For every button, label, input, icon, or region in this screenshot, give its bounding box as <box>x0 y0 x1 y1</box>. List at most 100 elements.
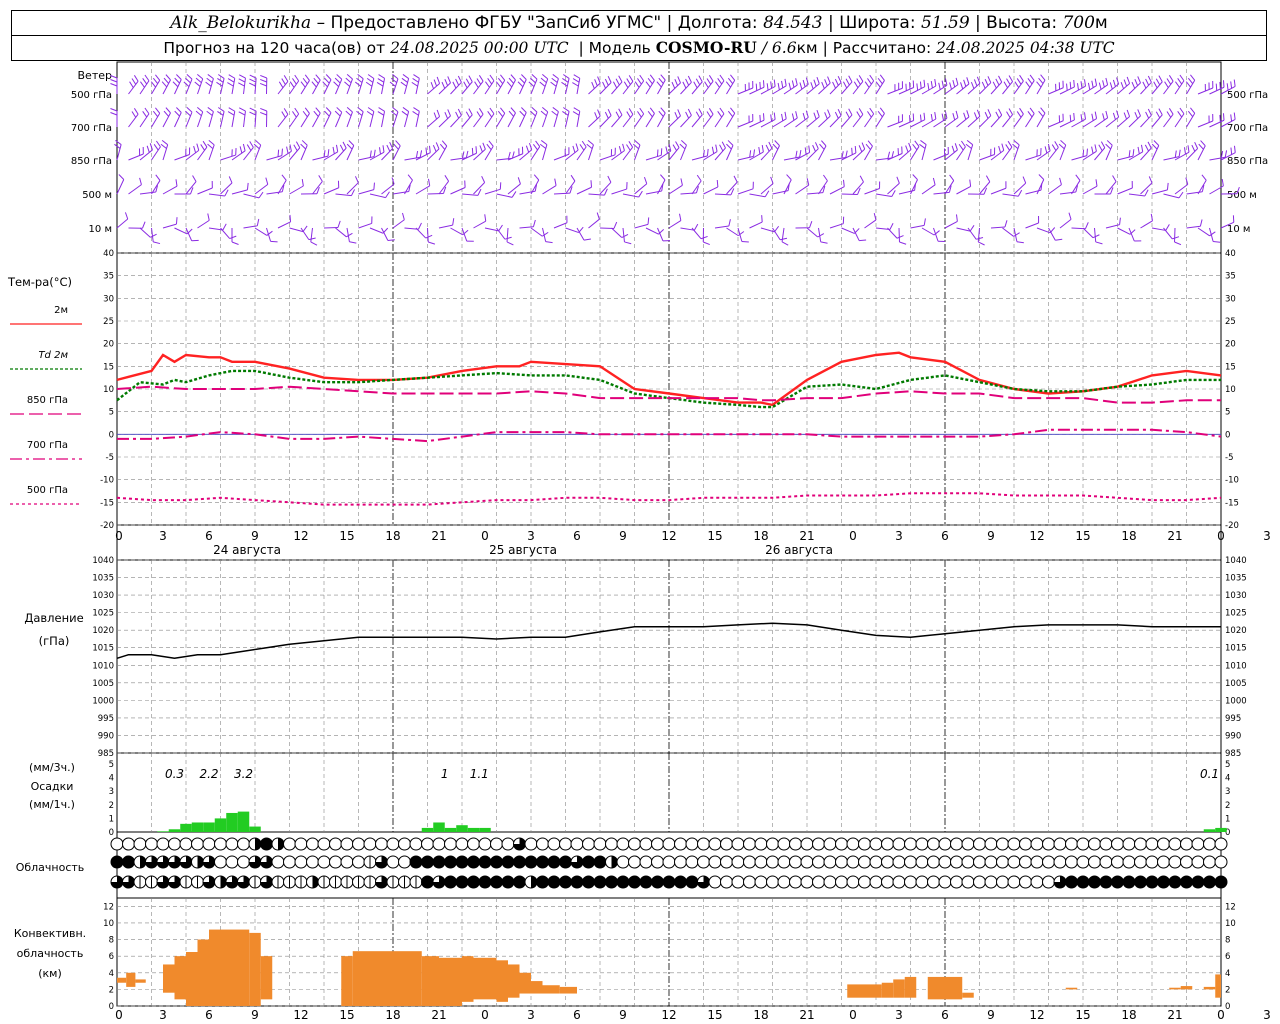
wind-barb-staff <box>1082 227 1094 239</box>
cloud-cover-icon <box>271 855 285 869</box>
wind-barb <box>473 75 484 95</box>
wind-barb-flag <box>984 111 989 119</box>
wind-barb-flag <box>827 76 831 84</box>
wind-barb <box>1209 80 1225 95</box>
wind-barb-flag <box>615 111 620 119</box>
wind-barb <box>496 227 512 240</box>
cloud-circle <box>927 875 940 889</box>
cloud-circle <box>1168 855 1182 869</box>
cloud-circle <box>766 837 779 851</box>
cloud-cover-icon <box>398 837 411 851</box>
wind-barb <box>390 107 399 128</box>
wind-barb-flag <box>1134 79 1139 86</box>
wind-barb-staff <box>323 187 339 195</box>
cloud-circle <box>375 837 388 851</box>
wind-barb <box>1036 174 1045 195</box>
wind-barb-flag <box>336 74 343 80</box>
cloud-cover-icon <box>950 875 963 889</box>
wind-barb-flag <box>949 174 955 181</box>
wind-barb-flag <box>1200 140 1206 147</box>
pres-ytick-right: 1020 <box>1225 626 1247 636</box>
wind-barb-flag <box>327 149 330 157</box>
wind-barb-flag <box>1038 174 1045 180</box>
x-tick-label: 3 <box>159 529 167 543</box>
wind-barb-staff <box>921 184 936 195</box>
wind-barb-flag <box>643 176 648 184</box>
cloud-cover-icon <box>363 837 377 851</box>
wind-barb <box>1059 212 1072 229</box>
wind-barb-staff <box>864 145 873 161</box>
wind-barb-flag <box>912 174 918 180</box>
cloud-cover-icon <box>582 875 595 889</box>
wind-barb <box>1002 189 1023 197</box>
wind-barb-flag <box>533 174 540 181</box>
wind-barb <box>919 140 927 161</box>
legend-label: Td 2м <box>38 350 68 361</box>
x-tick-label-bottom: 15 <box>1075 1008 1090 1022</box>
wind-barb-flag <box>550 81 557 87</box>
wind-barb-flag <box>1137 76 1141 84</box>
wind-barb-flag <box>626 78 631 85</box>
wind-barb <box>875 222 894 230</box>
wind-barb-staff <box>151 146 161 161</box>
cloud-circle <box>766 875 779 889</box>
x-tick-label-bottom: 12 <box>293 1008 308 1022</box>
wind-barb-flag <box>695 111 701 119</box>
precip-ytick-right: 2 <box>1225 801 1230 811</box>
wind-barb-flag <box>919 143 926 149</box>
wind-barb <box>921 227 940 236</box>
conv-bar <box>508 964 520 998</box>
wind-barb-flag <box>1027 110 1033 118</box>
wind-barb-staff <box>622 114 634 128</box>
wind-barb <box>703 75 714 95</box>
cloud-cover-icon <box>662 855 676 869</box>
wind-barb-staff <box>680 114 692 128</box>
temp-ytick-left: 15 <box>103 362 114 372</box>
wind-barb-flag <box>572 82 579 87</box>
cloud-cover-icon <box>168 855 181 869</box>
wind-barb-flag <box>334 77 341 84</box>
cloud-circle <box>927 837 940 851</box>
wind-barb-flag <box>853 81 859 88</box>
wind-barb-flag <box>508 110 515 117</box>
wind-barb-flag <box>277 149 280 157</box>
wind-barb <box>185 107 193 128</box>
wind-barb-flag <box>879 107 885 114</box>
wind-barb-flag <box>444 112 449 119</box>
wind-barb-flag <box>955 214 958 222</box>
wind-barb-flag <box>687 75 692 83</box>
wind-barb-staff <box>427 116 440 128</box>
wind-barb <box>160 140 169 161</box>
wind-barb-flag <box>387 239 395 241</box>
wind-barb <box>254 177 269 195</box>
wind-barb-flag <box>465 78 471 86</box>
cloud-circle <box>490 855 503 869</box>
cloud-cover-icon <box>1145 837 1159 851</box>
cloud-circle <box>685 875 699 889</box>
wind-barb-flag <box>390 110 398 116</box>
cloud-cover-icon <box>1042 837 1055 851</box>
cloud-circle <box>133 837 147 851</box>
precip-total-label: 1 <box>441 767 449 781</box>
wind-barb-flag <box>161 140 168 146</box>
x-tick-label: 6 <box>941 529 949 543</box>
wind-level-label: 850 гПа <box>71 156 112 167</box>
wind-barb-staff <box>1002 193 1019 197</box>
cloud-circle <box>1099 837 1113 851</box>
cloud-circle <box>869 855 883 869</box>
cloud-circle <box>455 855 469 869</box>
wind-barb-flag <box>981 81 986 89</box>
wind-barb-flag <box>1144 189 1149 197</box>
x-tick-label: 15 <box>1075 529 1090 543</box>
cloud-cover-icon <box>996 875 1009 889</box>
precip-bar <box>456 825 468 832</box>
temp-ytick-right: 25 <box>1225 317 1236 327</box>
x-tick-label: 0 <box>481 529 489 543</box>
wind-barb <box>979 76 992 95</box>
wind-barb-flag <box>413 74 420 79</box>
wind-barb <box>484 74 495 95</box>
wind-barb <box>197 213 210 229</box>
wind-barb-staff <box>1013 113 1024 128</box>
wind-barb-flag <box>700 235 708 240</box>
wind-barb-flag <box>1112 175 1117 182</box>
